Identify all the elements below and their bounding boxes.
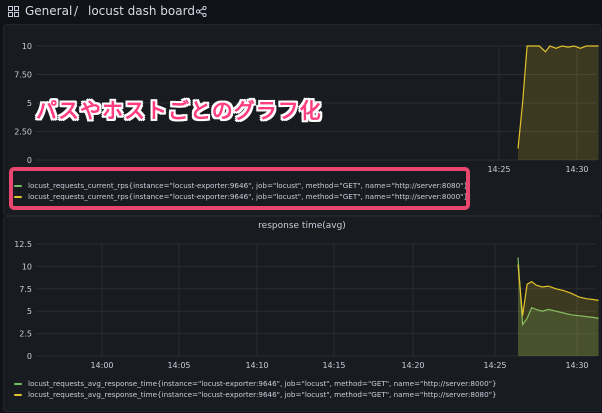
series-area-1 xyxy=(518,264,599,356)
legend-item[interactable]: locust_requests_avg_response_time{instan… xyxy=(14,389,497,400)
legend-swatch-yellow xyxy=(14,393,22,396)
breadcrumb-separator: / xyxy=(74,4,79,18)
x-tick-label: 14:30 xyxy=(565,165,588,174)
x-tick-label: 14:10 xyxy=(245,361,268,370)
y-tick-label: 2.50 xyxy=(14,128,32,137)
y-tick-label: 10 xyxy=(22,262,32,271)
x-tick-label: 14:05 xyxy=(167,361,190,370)
y-tick-label: 0 xyxy=(27,352,32,361)
series-area-1 xyxy=(518,46,599,160)
x-tick-label: 14:00 xyxy=(90,361,113,370)
y-tick-label: 12.5 xyxy=(14,240,32,249)
x-tick-label: 14:30 xyxy=(565,361,588,370)
y-tick-label: 7.5 xyxy=(19,285,32,294)
y-tick-label: 7.50 xyxy=(14,71,32,80)
y-tick-label: 10 xyxy=(22,42,32,51)
response-time-legend: locust_requests_avg_response_time{instan… xyxy=(14,378,497,400)
dashboards-grid-icon[interactable] xyxy=(8,6,19,17)
x-tick-label: 14:20 xyxy=(401,361,424,370)
share-icon[interactable] xyxy=(196,6,207,17)
y-tick-label: 2.5 xyxy=(19,330,32,339)
y-tick-label: 5 xyxy=(27,307,32,316)
x-tick-label: 14:25 xyxy=(487,165,510,174)
y-tick-label: 0 xyxy=(27,156,32,165)
legend-label: locust_requests_avg_response_time{instan… xyxy=(28,390,497,399)
legend-item[interactable]: locust_requests_avg_response_time{instan… xyxy=(14,378,497,389)
x-tick-label: 14:15 xyxy=(322,361,345,370)
annotation-text: パスやホストごとのグラフ化 xyxy=(36,99,322,123)
highlight-box xyxy=(9,167,470,210)
breadcrumb-folder[interactable]: General xyxy=(25,4,72,18)
dashboard-header: General / locust dash board xyxy=(0,0,602,24)
response-time-panel[interactable]: response time(avg) 12.5 10 7.5 5 2.5 0 14:00 14… xyxy=(3,216,601,412)
legend-swatch-green xyxy=(14,382,22,385)
y-tick-label: 5 xyxy=(27,99,32,108)
x-tick-label: 14:25 xyxy=(483,361,506,370)
legend-label: locust_requests_avg_response_time{instan… xyxy=(28,379,497,388)
dashboard-title[interactable]: locust dash board xyxy=(88,4,195,18)
